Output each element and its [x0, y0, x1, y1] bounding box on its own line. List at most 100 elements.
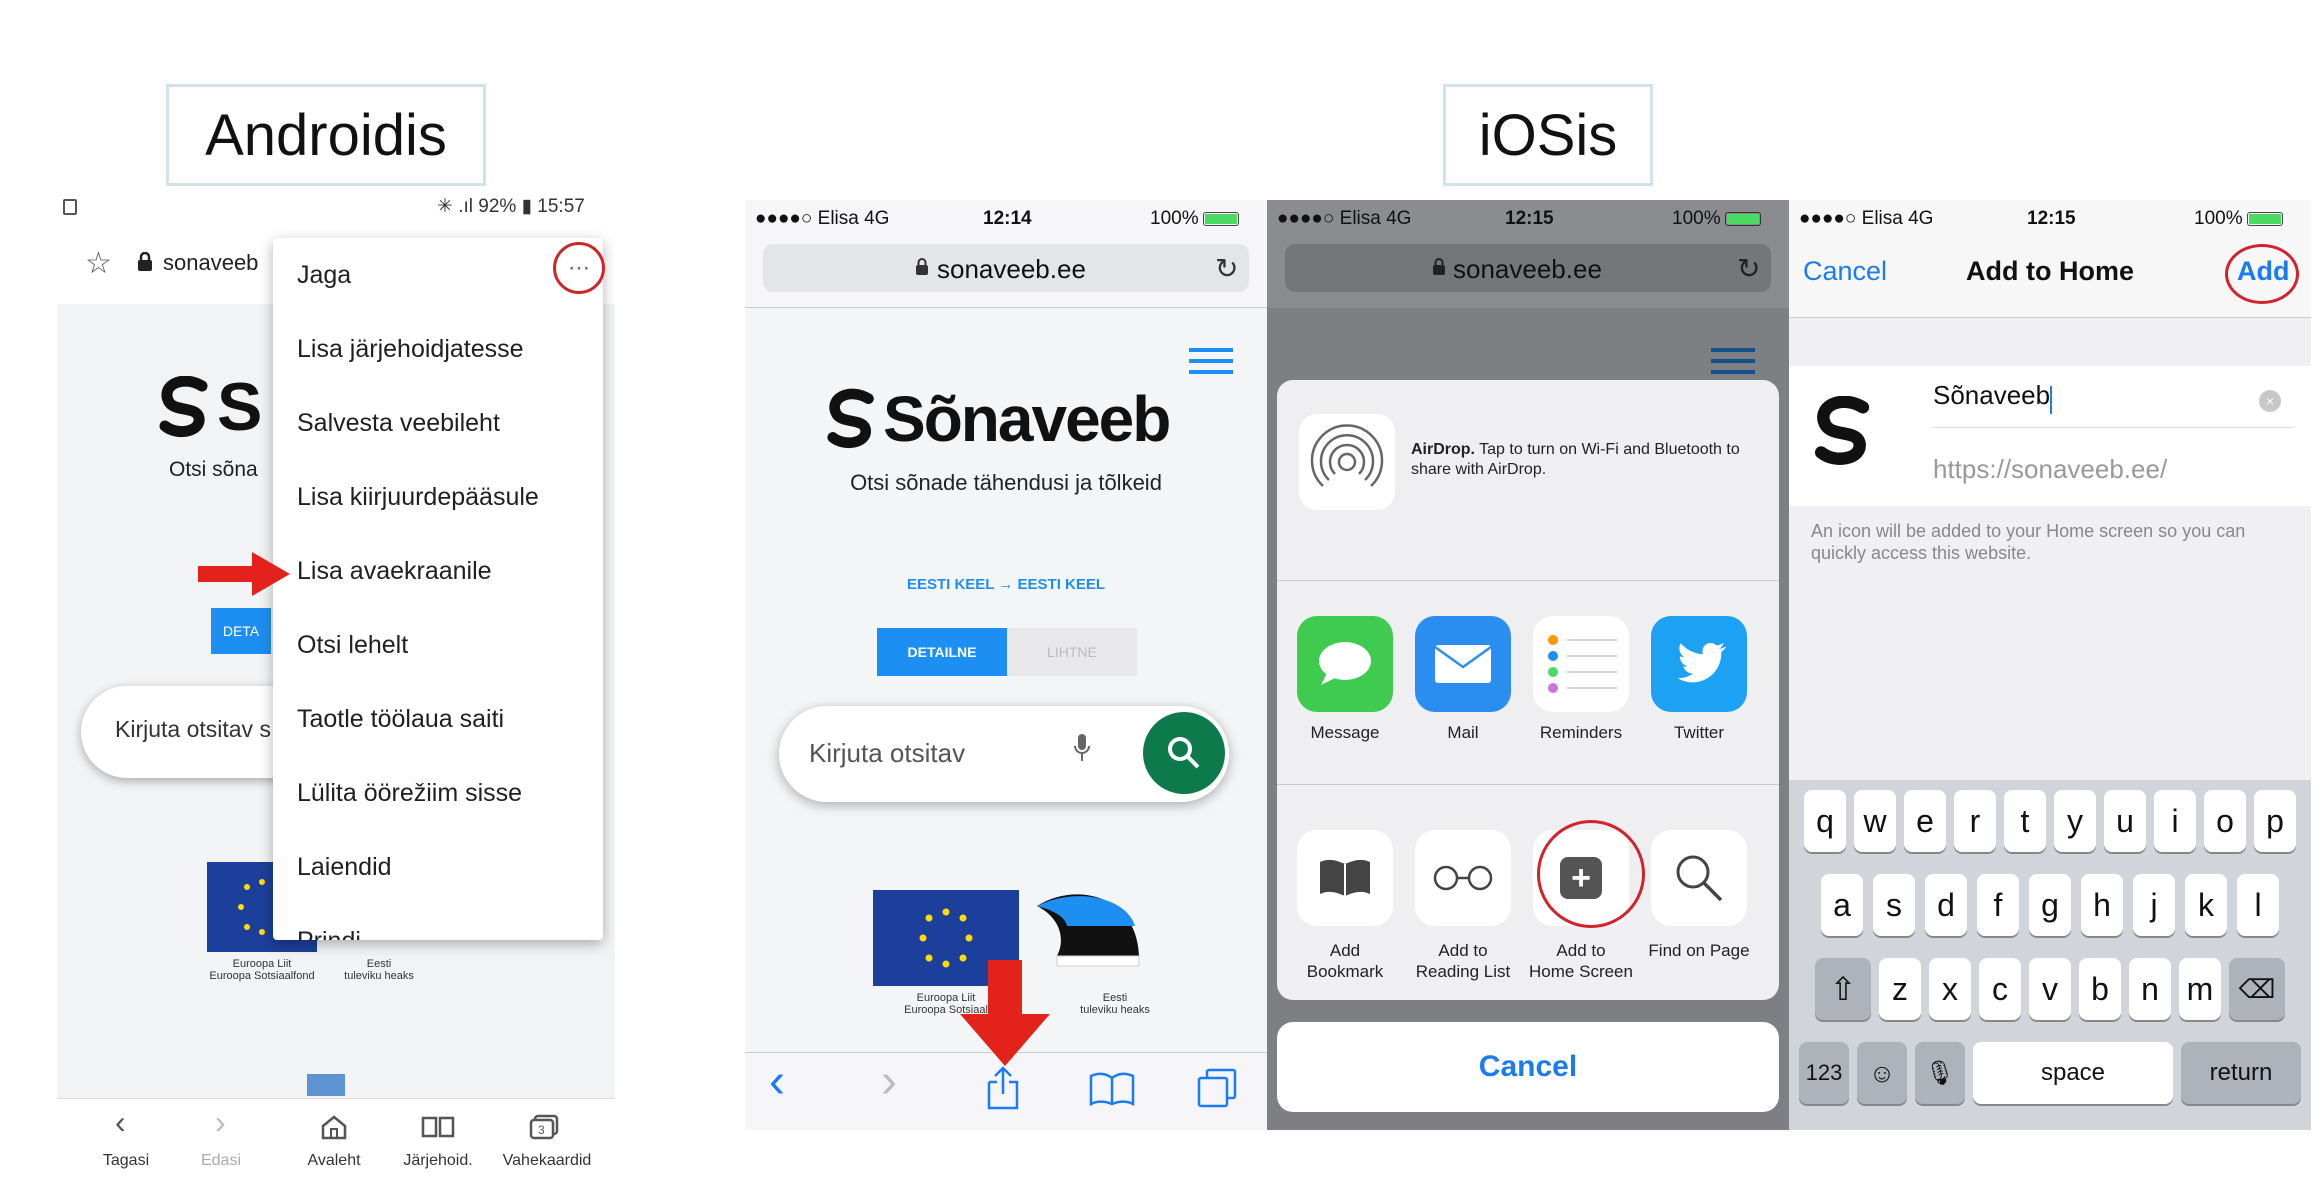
- key[interactable]: k: [2185, 874, 2227, 936]
- android-url-text[interactable]: sonaveeb: [163, 250, 258, 276]
- mail-app-icon[interactable]: [1415, 616, 1511, 712]
- menu-item-quick-access[interactable]: Lisa kiirjuurdepääsule: [273, 460, 603, 534]
- bookmarks-icon[interactable]: [421, 1116, 455, 1143]
- dictation-key[interactable]: 🎙: [1915, 1042, 1965, 1104]
- bookmark-action-icon[interactable]: [1297, 830, 1393, 926]
- key[interactable]: t: [2004, 790, 2046, 852]
- kb-row-1: q w e r t y u i o p: [1789, 790, 2311, 852]
- menu-item-print[interactable]: Prindi: [273, 904, 603, 941]
- microphone-icon[interactable]: [1073, 732, 1091, 769]
- label-ios: iOSis: [1443, 84, 1653, 186]
- key[interactable]: n: [2129, 958, 2171, 1020]
- numbers-key[interactable]: 123: [1799, 1042, 1849, 1104]
- twitter-app-icon[interactable]: [1651, 616, 1747, 712]
- forward-icon[interactable]: ›: [881, 1054, 897, 1109]
- key[interactable]: x: [1929, 958, 1971, 1020]
- lock-icon: [1432, 258, 1446, 281]
- menu-item-bookmark[interactable]: Lisa järjehoidjatesse: [273, 312, 603, 386]
- bookmarks-icon[interactable]: [1089, 1072, 1135, 1111]
- key[interactable]: h: [2081, 874, 2123, 936]
- emoji-key[interactable]: ☺: [1857, 1042, 1907, 1104]
- ee-caption: Eesti tuleviku heaks: [1080, 992, 1150, 1016]
- info-text: An icon will be added to your Home scree…: [1811, 521, 2246, 563]
- key[interactable]: c: [1979, 958, 2021, 1020]
- tabs-icon[interactable]: 3: [529, 1114, 559, 1145]
- star-icon[interactable]: ☆: [85, 246, 112, 281]
- message-app-icon[interactable]: [1297, 616, 1393, 712]
- menu-item-find-in-page[interactable]: Otsi lehelt: [273, 608, 603, 682]
- back-icon[interactable]: ‹: [115, 1104, 126, 1141]
- nav-bookmarks[interactable]: Järjehoid.: [397, 1152, 479, 1170]
- reading-list-icon[interactable]: [1415, 830, 1511, 926]
- lang-selector[interactable]: EESTI KEEL → EESTI KEEL: [745, 576, 1267, 593]
- key[interactable]: b: [2079, 958, 2121, 1020]
- lock-icon: [915, 258, 929, 281]
- key[interactable]: m: [2179, 958, 2221, 1020]
- menu-item-night-mode[interactable]: Lülita öörežiim sisse: [273, 756, 603, 830]
- menu-item-desktop-site[interactable]: Taotle töölaua saiti: [273, 682, 603, 756]
- site-icon: [1811, 395, 1881, 471]
- reminders-app-icon[interactable]: [1533, 616, 1629, 712]
- tab-simple[interactable]: LIHTNE: [1007, 628, 1137, 676]
- share-icon[interactable]: [985, 1066, 1021, 1115]
- key[interactable]: i: [2154, 790, 2196, 852]
- key[interactable]: p: [2254, 790, 2296, 852]
- key[interactable]: e: [1904, 790, 1946, 852]
- share-cancel-button[interactable]: Cancel: [1277, 1022, 1779, 1112]
- nav-tabs[interactable]: Vahekaardid: [495, 1152, 599, 1170]
- menu-item-extensions[interactable]: Laiendid: [273, 830, 603, 904]
- menu-item-add-home-screen[interactable]: Lisa avaekraanile: [273, 534, 603, 608]
- home-icon[interactable]: [320, 1114, 348, 1145]
- backspace-key[interactable]: ⌫: [2229, 958, 2285, 1020]
- key[interactable]: q: [1804, 790, 1846, 852]
- key[interactable]: a: [1821, 874, 1863, 936]
- key[interactable]: s: [1873, 874, 1915, 936]
- action-add-reading-list[interactable]: Add to Reading List: [1403, 940, 1523, 982]
- ios-share-sheet-screen: ●●●●○ Elisa 4G 12:15 100% sonaveeb.ee ↻ …: [1267, 200, 1789, 1130]
- tabs-icon[interactable]: [1197, 1068, 1237, 1113]
- return-key[interactable]: return: [2181, 1042, 2301, 1104]
- key[interactable]: g: [2029, 874, 2071, 936]
- key[interactable]: d: [1925, 874, 1967, 936]
- name-field[interactable]: Sõnaveeb: [1933, 380, 2293, 428]
- nav-home[interactable]: Avaleht: [297, 1152, 371, 1170]
- label-android: Androidis: [166, 84, 486, 186]
- nav-forward[interactable]: Edasi: [191, 1152, 251, 1170]
- forward-icon[interactable]: ›: [215, 1104, 226, 1141]
- menu-item-save-page[interactable]: Salvesta veebileht: [273, 386, 603, 460]
- search-button[interactable]: [1143, 712, 1225, 794]
- key[interactable]: f: [1977, 874, 2019, 936]
- airdrop-icon[interactable]: [1299, 414, 1395, 510]
- key[interactable]: w: [1854, 790, 1896, 852]
- action-add-home-screen[interactable]: Add to Home Screen: [1521, 940, 1641, 982]
- back-icon[interactable]: ‹: [769, 1054, 785, 1109]
- key[interactable]: l: [2237, 874, 2279, 936]
- reload-icon[interactable]: ↻: [1215, 252, 1238, 285]
- android-tagline: Otsi sõna: [169, 458, 258, 481]
- key[interactable]: u: [2104, 790, 2146, 852]
- android-more-button[interactable]: ⋯: [553, 242, 605, 294]
- menu-icon[interactable]: [1189, 348, 1233, 374]
- nav-back[interactable]: Tagasi: [91, 1152, 161, 1170]
- android-detail-tab[interactable]: DETA: [211, 608, 271, 654]
- key[interactable]: v: [2029, 958, 2071, 1020]
- key[interactable]: j: [2133, 874, 2175, 936]
- find-on-page-icon[interactable]: [1651, 830, 1747, 926]
- key[interactable]: o: [2204, 790, 2246, 852]
- shift-key[interactable]: ⇧: [1815, 958, 1871, 1020]
- android-sim-icon: [63, 199, 77, 215]
- ios2-carrier: ●●●●○ Elisa 4G: [1277, 208, 1412, 229]
- key[interactable]: r: [1954, 790, 1996, 852]
- tab-detail[interactable]: DETAILNE: [877, 628, 1007, 676]
- reload-icon: ↻: [1737, 253, 1761, 284]
- sonaveeb-logo-icon: [825, 386, 883, 457]
- action-add-bookmark[interactable]: Add Bookmark: [1285, 940, 1405, 982]
- ios3-time: 12:15: [2027, 208, 2076, 229]
- key[interactable]: z: [1879, 958, 1921, 1020]
- arrow-indicator: [198, 552, 290, 601]
- action-find-on-page[interactable]: Find on Page: [1639, 940, 1759, 961]
- ios-add-home-screen: ●●●●○ Elisa 4G 12:15 100% Cancel Add to …: [1789, 200, 2311, 1130]
- space-key[interactable]: space: [1973, 1042, 2173, 1104]
- key[interactable]: y: [2054, 790, 2096, 852]
- clear-icon[interactable]: ×: [2259, 390, 2281, 412]
